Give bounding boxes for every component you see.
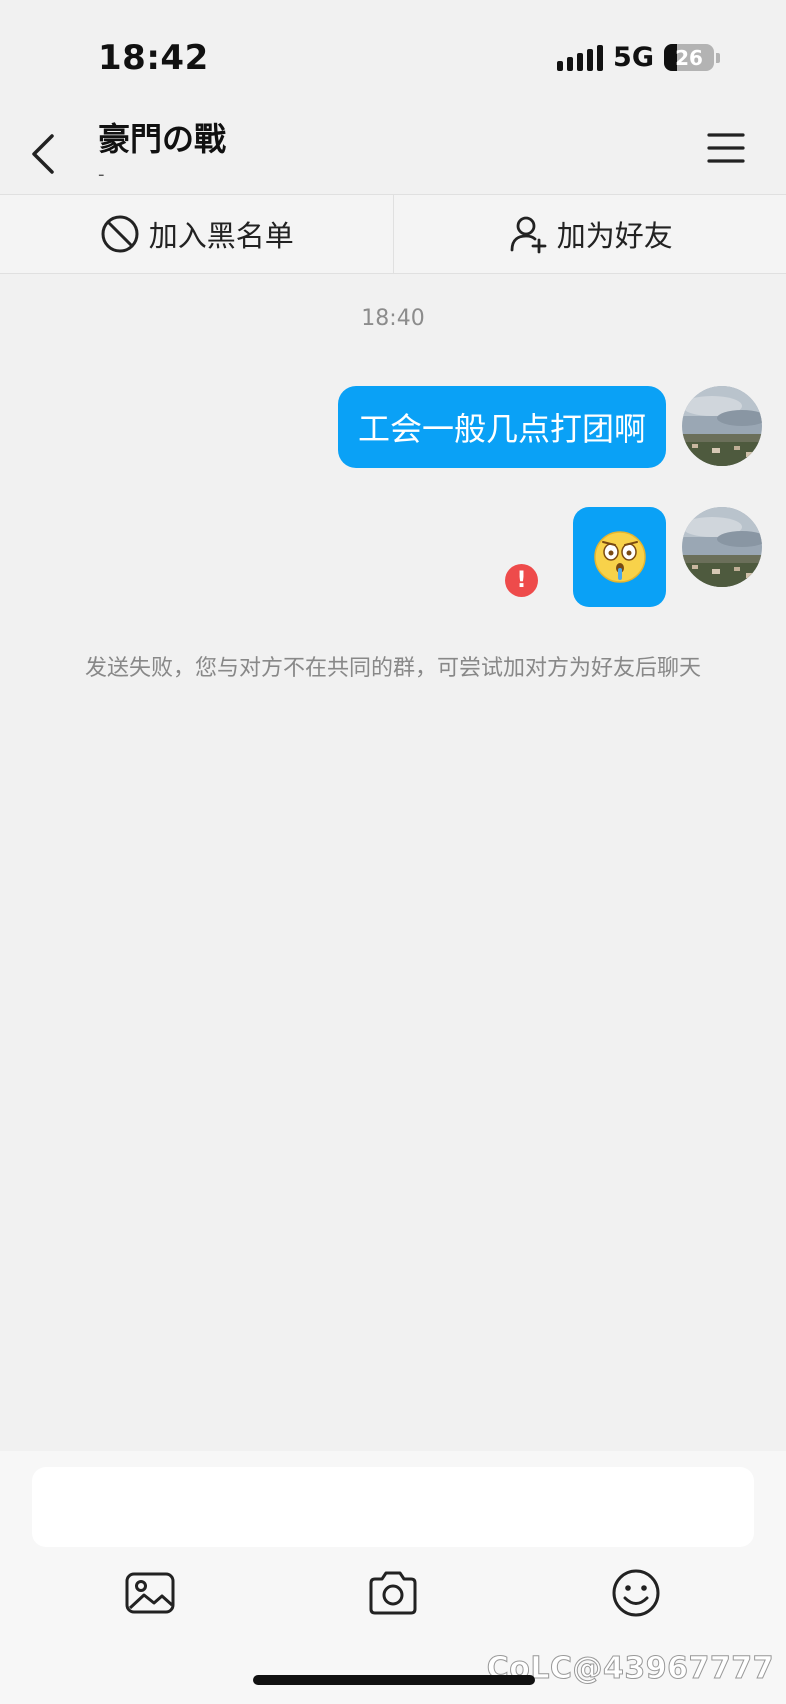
send-failure-notice: 发送失败，您与对方不在共同的群，可尝试加对方为好友后聊天 <box>84 656 701 681</box>
chat-header: 豪門の戰 - <box>0 108 786 196</box>
message-timestamp: 18:40 <box>361 306 425 331</box>
camera-icon[interactable] <box>365 1565 421 1621</box>
image-icon[interactable] <box>122 1565 178 1621</box>
add-user-icon <box>510 216 547 254</box>
send-failed-icon[interactable]: ! <box>505 564 538 597</box>
avatar-image <box>682 386 762 466</box>
back-arrow-icon[interactable] <box>26 130 62 178</box>
avatar[interactable] <box>682 386 762 466</box>
status-time: 18:42 <box>98 38 209 78</box>
block-label: 加入黑名单 <box>148 219 294 253</box>
sticker-bubble[interactable] <box>573 507 666 607</box>
block-button[interactable]: 加入黑名单 <box>0 195 393 273</box>
action-bar: 加入黑名单 加为好友 <box>0 194 786 274</box>
message-input[interactable] <box>32 1467 754 1547</box>
block-icon <box>101 215 139 253</box>
shocked-face-emoji-icon <box>593 531 646 583</box>
chat-screen: 18:42 5G 26 豪門の戰 - 加入黑名单 加为好友 18:40 工会一般… <box>0 0 786 1704</box>
status-indicators: 5G 26 <box>557 42 720 73</box>
battery-level: 26 <box>675 45 703 70</box>
status-bar: 18:42 5G 26 <box>0 0 786 108</box>
avatar-image <box>682 507 762 587</box>
avatar[interactable] <box>682 507 762 587</box>
add-friend-label: 加为好友 <box>556 219 673 253</box>
home-indicator[interactable] <box>253 1675 535 1685</box>
add-friend-button[interactable]: 加为好友 <box>392 195 786 273</box>
input-area: CoLC@43967777 <box>0 1451 786 1704</box>
network-type: 5G <box>613 42 654 73</box>
signal-icon <box>557 44 604 71</box>
battery-cap <box>716 52 720 63</box>
chat-title: 豪門の戰 <box>98 120 227 158</box>
chat-subtitle: - <box>98 164 105 185</box>
menu-icon[interactable] <box>706 130 746 166</box>
message-bubble[interactable]: 工会一般几点打团啊 <box>337 386 666 468</box>
battery-icon: 26 <box>664 44 714 71</box>
emoji-icon[interactable] <box>608 1565 664 1621</box>
